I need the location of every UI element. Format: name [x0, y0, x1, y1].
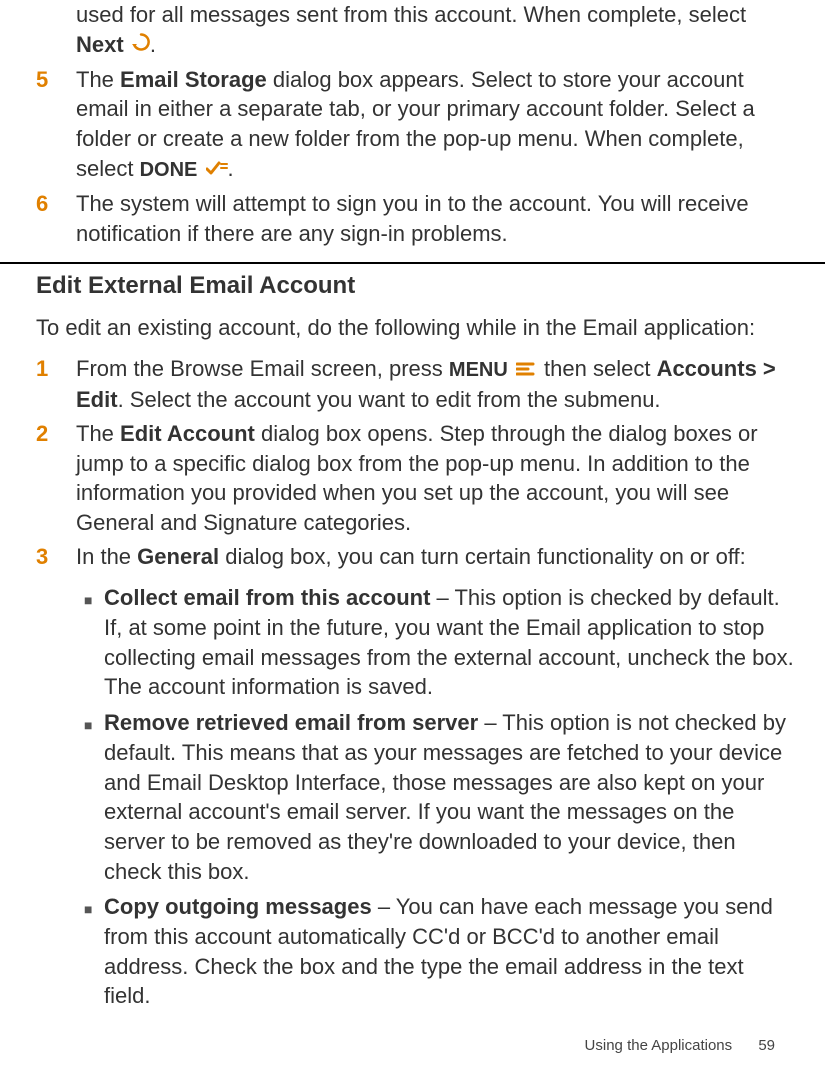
option-copy-body: Copy outgoing messages – You can have ea… [104, 892, 795, 1011]
step6-number: 6 [36, 189, 76, 248]
edit-account-label: Edit Account [120, 421, 255, 446]
edit-step3-body: In the General dialog box, you can turn … [76, 542, 795, 1017]
step-6: 6 The system will attempt to sign you in… [36, 189, 795, 248]
edit-step1-body: From the Browse Email screen, press MENU… [76, 354, 795, 415]
bullet-icon: ■ [76, 892, 104, 1011]
step4-body: used for all messages sent from this acc… [76, 0, 795, 61]
s1-t1: From the Browse Email screen, press [76, 356, 449, 381]
option-collect-body: Collect email from this account – This o… [104, 583, 795, 702]
s1-t2: then select [538, 356, 657, 381]
edit-step-1: 1 From the Browse Email screen, press ME… [36, 354, 795, 415]
edit-step2-body: The Edit Account dialog box opens. Step … [76, 419, 795, 538]
option-collect-email: ■ Collect email from this account – This… [76, 583, 795, 702]
step4-period: . [150, 32, 156, 57]
section-intro: To edit an existing account, do the foll… [36, 313, 795, 343]
step5-t1: The [76, 67, 120, 92]
email-storage-label: Email Storage [120, 67, 267, 92]
step-number-blank [36, 0, 76, 61]
collect-title: Collect email from this account [104, 585, 430, 610]
bullet-icon: ■ [76, 708, 104, 886]
s3-t2: dialog box, you can turn certain functio… [219, 544, 746, 569]
edit-step1-number: 1 [36, 354, 76, 415]
page-footer: Using the Applications 59 [585, 1036, 775, 1056]
bullet-icon: ■ [76, 583, 104, 702]
remove-text: – This option is not checked by default.… [104, 710, 786, 883]
menu-icon [516, 354, 536, 384]
general-label: General [137, 544, 219, 569]
step5-number: 5 [36, 65, 76, 185]
copy-title: Copy outgoing messages [104, 894, 372, 919]
step-5: 5 The Email Storage dialog box appears. … [36, 65, 795, 185]
done-icon [206, 154, 228, 184]
edit-step2-number: 2 [36, 419, 76, 538]
s2-t1: The [76, 421, 120, 446]
next-icon [132, 29, 150, 59]
remove-title: Remove retrieved email from server [104, 710, 478, 735]
option-copy-outgoing: ■ Copy outgoing messages – You can have … [76, 892, 795, 1011]
option-remove-body: Remove retrieved email from server – Thi… [104, 708, 795, 886]
done-label: DONE [140, 159, 198, 181]
edit-step3-number: 3 [36, 542, 76, 1017]
step6-body: The system will attempt to sign you in t… [76, 189, 795, 248]
menu-label: MENU [449, 359, 508, 381]
option-remove-retrieved: ■ Remove retrieved email from server – T… [76, 708, 795, 886]
step4-text: used for all messages sent from this acc… [76, 2, 746, 27]
step5-body: The Email Storage dialog box appears. Se… [76, 65, 795, 185]
s3-t1: In the [76, 544, 137, 569]
next-label: Next [76, 32, 124, 57]
edit-step-2: 2 The Edit Account dialog box opens. Ste… [36, 419, 795, 538]
s1-t3: . Select the account you want to edit fr… [118, 387, 661, 412]
continued-step-4: used for all messages sent from this acc… [36, 0, 795, 61]
edit-step-3: 3 In the General dialog box, you can tur… [36, 542, 795, 1017]
page-number: 59 [758, 1037, 775, 1054]
step5-period: . [228, 156, 234, 181]
general-options-list: ■ Collect email from this account – This… [76, 583, 795, 1011]
section-divider [0, 262, 825, 264]
section-heading: Edit External Email Account [36, 270, 795, 302]
footer-label: Using the Applications [585, 1037, 733, 1054]
